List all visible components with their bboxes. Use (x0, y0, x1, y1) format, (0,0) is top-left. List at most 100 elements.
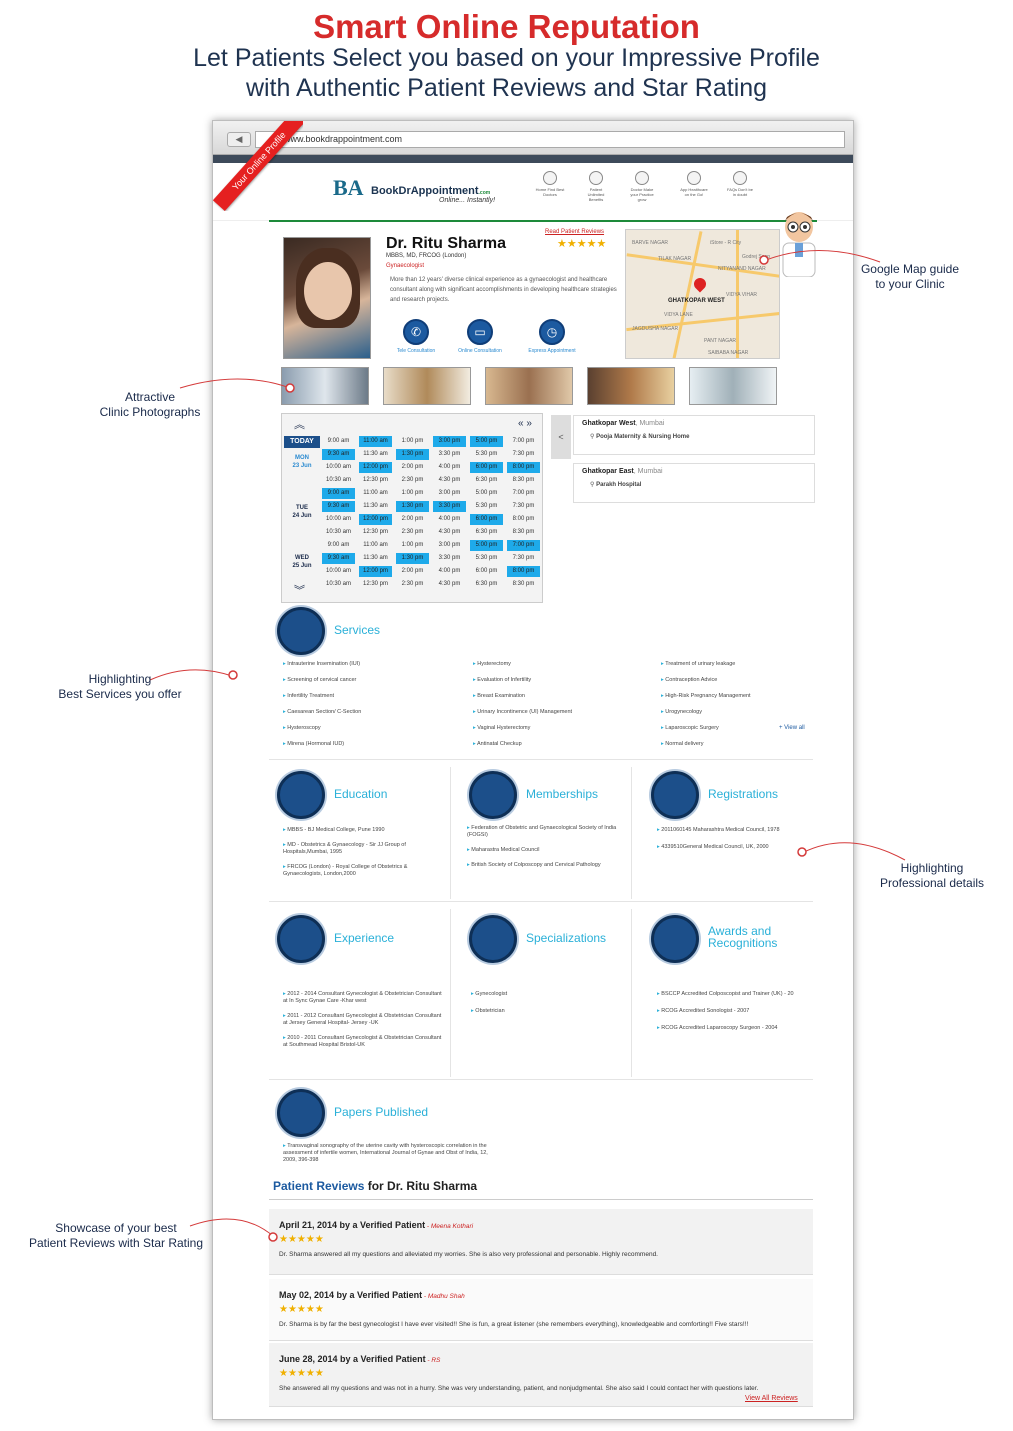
time-slot[interactable]: 7:30 pm (507, 553, 540, 564)
time-slot[interactable]: 2:00 pm (396, 566, 429, 577)
time-slot[interactable]: 12:00 pm (359, 514, 392, 525)
list-item: 2012 - 2014 Consultant Gynecologist & Ob… (283, 991, 443, 1005)
time-slot[interactable]: 6:30 pm (470, 527, 503, 538)
time-slot[interactable]: 11:00 am (359, 540, 392, 551)
time-slot[interactable]: 3:00 pm (433, 488, 466, 499)
time-slot[interactable]: 10:30 am (322, 579, 355, 590)
time-slot[interactable]: 1:00 pm (396, 488, 429, 499)
schedule-nav-icon[interactable]: « » (518, 418, 532, 429)
clinic-photo-5[interactable] (689, 367, 777, 405)
time-slot[interactable]: 3:30 pm (433, 501, 466, 512)
time-slot[interactable]: 4:00 pm (433, 462, 466, 473)
time-slot[interactable]: 2:30 pm (396, 475, 429, 486)
time-slot[interactable]: 5:30 pm (470, 449, 503, 460)
time-slot[interactable]: 8:30 pm (507, 579, 540, 590)
time-slot[interactable]: 11:30 am (359, 501, 392, 512)
time-slot[interactable]: 6:00 pm (470, 462, 503, 473)
time-slot[interactable]: 3:00 pm (433, 436, 466, 447)
clinic-photo-4[interactable] (587, 367, 675, 405)
time-slot[interactable]: 8:00 pm (507, 462, 540, 473)
time-slot[interactable]: 8:00 pm (507, 566, 540, 577)
time-slot[interactable]: 12:00 pm (359, 462, 392, 473)
location-card-1[interactable]: Ghatkopar West, Mumbai ⚲ Pooja Maternity… (573, 415, 815, 455)
time-slot[interactable]: 4:00 pm (433, 514, 466, 525)
time-slot[interactable]: 9:30 am (322, 501, 355, 512)
tele-consultation-button[interactable]: ✆ Tele Consultation (385, 319, 447, 354)
view-all-reviews-link[interactable]: View All Reviews (745, 1395, 798, 1402)
logo-text[interactable]: BookDrAppointment.com (371, 185, 490, 197)
time-slot[interactable]: 2:30 pm (396, 527, 429, 538)
time-slot[interactable]: 12:30 pm (359, 579, 392, 590)
locations-prev-button[interactable]: < (551, 415, 571, 459)
clinic-photo-3[interactable] (485, 367, 573, 405)
scroll-down-icon[interactable]: ︾ (294, 582, 305, 598)
time-slot[interactable]: 5:00 pm (470, 436, 503, 447)
time-slot[interactable]: 9:00 am (322, 436, 355, 447)
time-slot[interactable]: 3:00 pm (433, 540, 466, 551)
express-appointment-button[interactable]: ◷ Express Appointment (521, 319, 583, 354)
time-slot[interactable]: 11:00 am (359, 436, 392, 447)
nav-doctor[interactable]: Doctor Make your Practice grow (627, 171, 657, 202)
nav-faqs[interactable]: FAQs Don't be in doubt (725, 171, 755, 197)
time-slot[interactable]: 7:30 pm (507, 449, 540, 460)
time-slot[interactable]: 12:30 pm (359, 475, 392, 486)
time-slot[interactable]: 10:00 am (322, 514, 355, 525)
time-slot[interactable]: 10:30 am (322, 475, 355, 486)
location-card-2[interactable]: Ghatkopar East, Mumbai ⚲ Parakh Hospital (573, 463, 815, 503)
time-slot[interactable]: 12:00 pm (359, 566, 392, 577)
clinic-map[interactable]: BARVE NAGAR iStore - R City TILAK NAGAR … (625, 229, 780, 359)
time-slot[interactable]: 5:00 pm (470, 540, 503, 551)
time-slot[interactable]: 6:30 pm (470, 579, 503, 590)
time-slot[interactable]: 9:30 am (322, 553, 355, 564)
time-slot[interactable]: 1:00 pm (396, 436, 429, 447)
time-slot[interactable]: 9:00 am (322, 488, 355, 499)
time-slot[interactable]: 10:00 am (322, 566, 355, 577)
time-slot[interactable]: 8:30 pm (507, 527, 540, 538)
time-slot[interactable]: 6:00 pm (470, 566, 503, 577)
time-slot[interactable]: 8:00 pm (507, 514, 540, 525)
nav-app[interactable]: App Healthcare on the Go! (679, 171, 709, 197)
nav-home[interactable]: Home Find Best Doctors (535, 171, 565, 197)
time-slot[interactable]: 4:30 pm (433, 579, 466, 590)
time-slot[interactable]: 2:00 pm (396, 514, 429, 525)
time-slot[interactable]: 5:00 pm (470, 488, 503, 499)
online-consultation-button[interactable]: ▭ Online Consultation (449, 319, 511, 354)
time-slot[interactable]: 2:00 pm (396, 462, 429, 473)
time-slot[interactable]: 3:30 pm (433, 449, 466, 460)
time-slot[interactable]: 4:30 pm (433, 527, 466, 538)
time-slot[interactable]: 5:30 pm (470, 501, 503, 512)
time-slot[interactable]: 11:30 am (359, 553, 392, 564)
time-slot[interactable]: 7:00 pm (507, 488, 540, 499)
time-slot[interactable]: 11:00 am (359, 488, 392, 499)
time-slot[interactable]: 7:30 pm (507, 501, 540, 512)
time-slot[interactable]: 9:00 am (322, 540, 355, 551)
time-slot[interactable]: 6:00 pm (470, 514, 503, 525)
time-slot[interactable]: 9:30 am (322, 449, 355, 460)
time-slot[interactable]: 10:00 am (322, 462, 355, 473)
time-slot[interactable]: 6:30 pm (470, 475, 503, 486)
scroll-up-icon[interactable]: ︽ (294, 416, 305, 432)
nav-patient[interactable]: Patient Unlimited Benefits (581, 171, 611, 202)
time-slot[interactable]: 11:30 am (359, 449, 392, 460)
clinic-photo-2[interactable] (383, 367, 471, 405)
time-slot[interactable]: 3:30 pm (433, 553, 466, 564)
time-slot[interactable]: 8:30 pm (507, 475, 540, 486)
time-slot[interactable]: 12:30 pm (359, 527, 392, 538)
logo-icon[interactable]: BA (333, 175, 367, 209)
services-view-all-link[interactable]: + View all (779, 725, 805, 731)
time-slot[interactable]: 1:30 pm (396, 501, 429, 512)
time-slot[interactable]: 1:00 pm (396, 540, 429, 551)
time-slot[interactable]: 7:00 pm (507, 436, 540, 447)
memberships-title: Memberships (526, 787, 599, 801)
time-slot[interactable]: 4:30 pm (433, 475, 466, 486)
time-slot[interactable]: 1:30 pm (396, 449, 429, 460)
address-bar[interactable]: www.bookdrappointment.com (255, 131, 845, 148)
time-slot[interactable]: 4:00 pm (433, 566, 466, 577)
time-slot[interactable]: 7:00 pm (507, 540, 540, 551)
time-slot[interactable]: 5:30 pm (470, 553, 503, 564)
time-slot[interactable]: 1:30 pm (396, 553, 429, 564)
time-slot[interactable]: 2:30 pm (396, 579, 429, 590)
clinic-photo-1[interactable] (281, 367, 369, 405)
time-slot[interactable]: 10:30 am (322, 527, 355, 538)
read-reviews-link[interactable]: Read Patient Reviews (545, 229, 604, 235)
